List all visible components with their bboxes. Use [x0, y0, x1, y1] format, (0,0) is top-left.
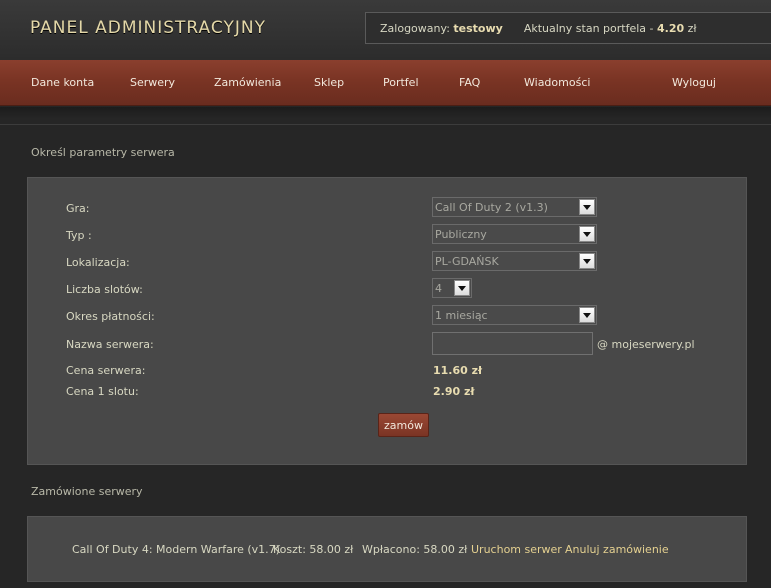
select-type[interactable]: Publiczny	[432, 224, 597, 244]
nav-account[interactable]: Dane konta	[31, 76, 94, 89]
order-paid: Wpłacono: 58.00 zł	[362, 543, 468, 556]
select-location[interactable]: PL-GDAŃSK	[432, 251, 597, 271]
select-slots[interactable]: 4	[432, 278, 472, 298]
label-type: Typ :	[66, 229, 92, 242]
select-game[interactable]: Call Of Duty 2 (v1.3)	[432, 197, 597, 217]
chevron-down-icon	[579, 199, 595, 215]
order-server-name: Call Of Duty 4: Modern Warfare (v1.7)	[72, 543, 280, 556]
label-slots: Liczba slotów:	[66, 283, 143, 296]
select-slots-value: 4	[435, 282, 442, 295]
form-section-title: Określ parametry serwera	[31, 146, 175, 159]
username: testowy	[453, 22, 503, 35]
nav-servers[interactable]: Serwery	[130, 76, 175, 89]
server-name-input[interactable]	[432, 332, 593, 355]
label-server-name: Nazwa serwera:	[66, 338, 154, 351]
select-period[interactable]: 1 miesiąc	[432, 305, 597, 325]
label-slot-price: Cena 1 slotu:	[66, 385, 139, 398]
nav-orders[interactable]: Zamówienia	[214, 76, 281, 89]
panel-logo: PANEL ADMINISTRACYJNY	[30, 18, 266, 38]
label-location: Lokalizacja:	[66, 256, 130, 269]
main-nav: Dane konta Serwery Zamówienia Sklep Port…	[0, 60, 771, 106]
wallet-currency: zł	[687, 22, 697, 35]
nav-shop[interactable]: Sklep	[314, 76, 344, 89]
nav-shadow	[0, 107, 771, 119]
chevron-down-icon	[579, 307, 595, 323]
chevron-down-icon	[454, 280, 470, 296]
nav-wallet[interactable]: Portfel	[383, 76, 419, 89]
chevron-down-icon	[579, 226, 595, 242]
cancel-order-link[interactable]: Anuluj zamówienie	[565, 543, 669, 556]
wallet-value: 4.20	[657, 22, 685, 35]
label-server-price: Cena serwera:	[66, 364, 146, 377]
select-location-value: PL-GDAŃSK	[435, 255, 499, 268]
select-game-value: Call Of Duty 2 (v1.3)	[435, 201, 548, 214]
label-period: Okres płatności:	[66, 310, 155, 323]
nav-messages[interactable]: Wiadomości	[524, 76, 590, 89]
start-server-link[interactable]: Uruchom serwer	[471, 543, 562, 556]
logged-label: Zalogowany:	[380, 22, 450, 35]
order-cost: Koszt: 58.00 zł	[273, 543, 354, 556]
server-price-value: 11.60 zł	[433, 364, 483, 377]
select-type-value: Publiczny	[435, 228, 487, 241]
user-info-box: Zalogowany: testowy Aktualny stan portfe…	[365, 12, 771, 44]
order-button[interactable]: zamów	[378, 413, 429, 437]
divider	[0, 124, 771, 125]
label-game: Gra:	[66, 202, 90, 215]
orders-section-title: Zamówione serwery	[31, 485, 143, 498]
wallet-label: Aktualny stan portfela -	[523, 22, 654, 35]
nav-logout[interactable]: Wyloguj	[672, 76, 716, 89]
slot-price-value: 2.90 zł	[433, 385, 475, 398]
select-period-value: 1 miesiąc	[435, 309, 488, 322]
chevron-down-icon	[579, 253, 595, 269]
nav-faq[interactable]: FAQ	[459, 76, 480, 89]
header-bar: PANEL ADMINISTRACYJNY Zalogowany: testow…	[0, 0, 771, 60]
domain-suffix: @ mojeserwery.pl	[597, 338, 695, 351]
